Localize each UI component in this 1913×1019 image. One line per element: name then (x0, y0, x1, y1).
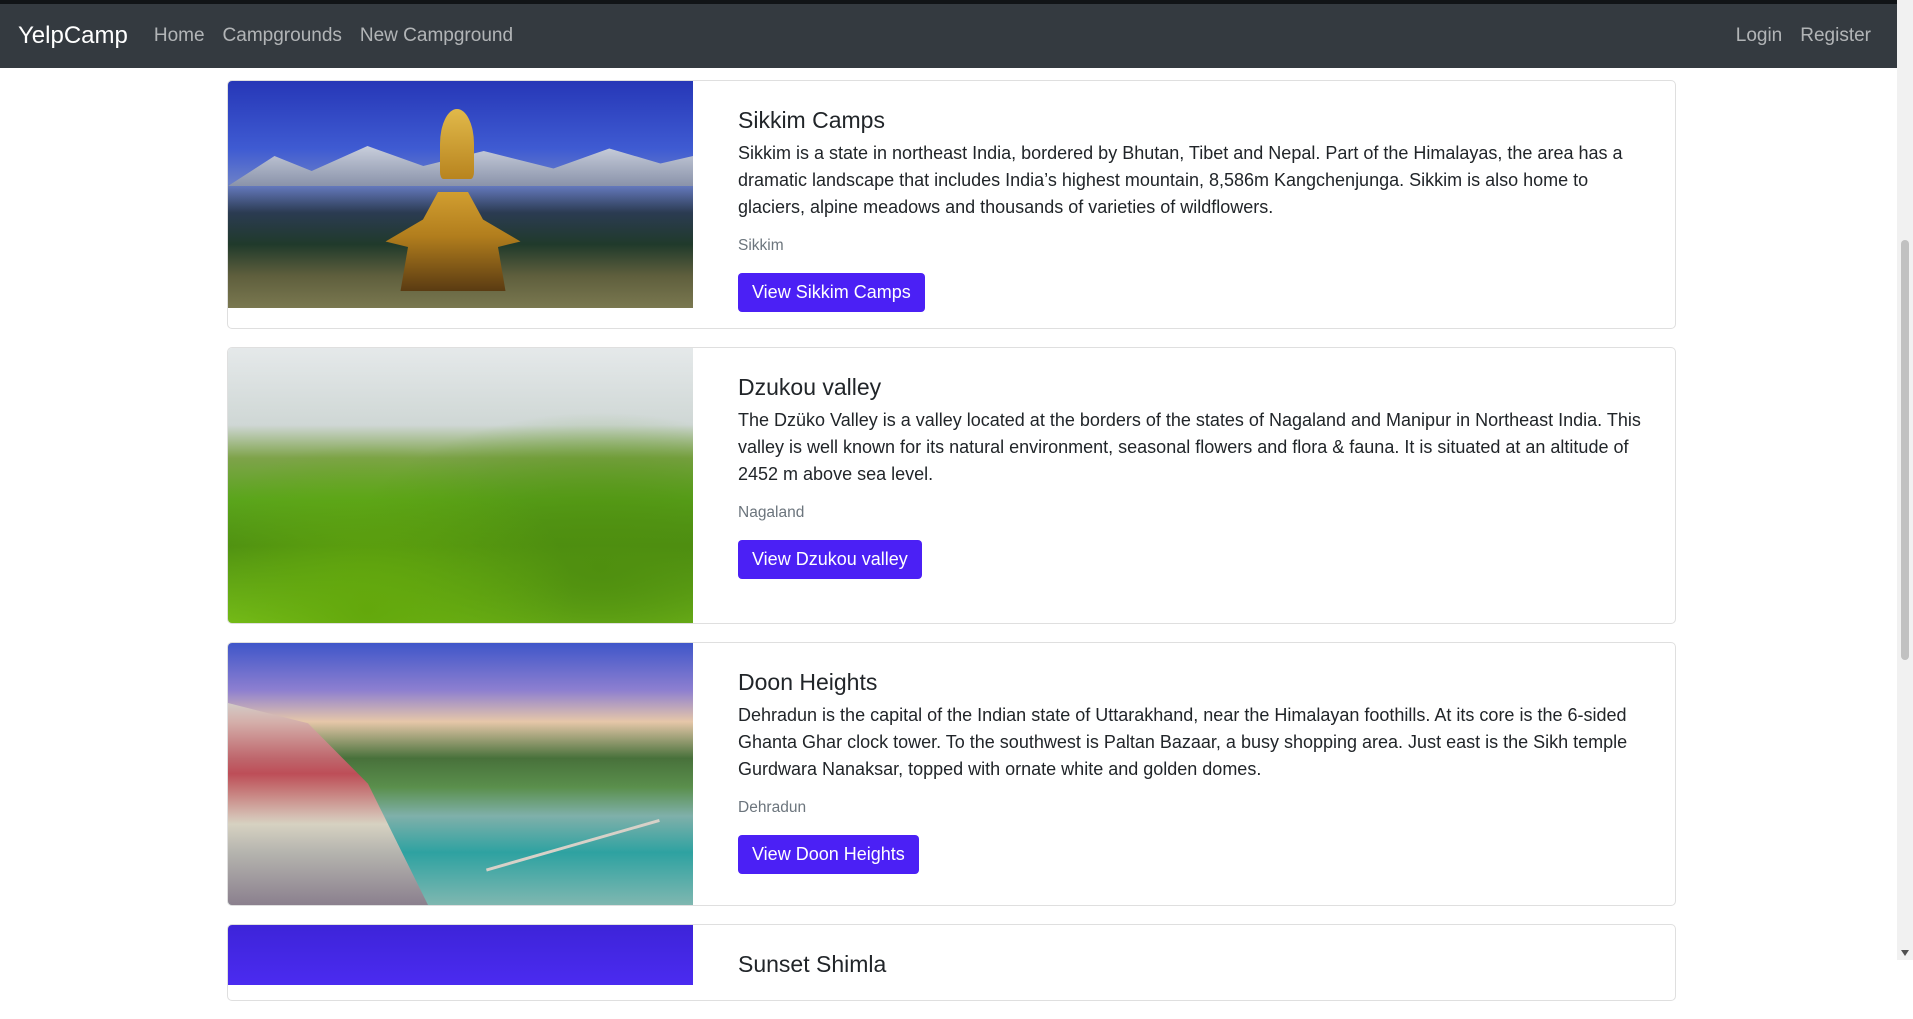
campground-description: Dehradun is the capital of the Indian st… (738, 705, 1628, 779)
card-body: Sikkim Camps Sikkim is a state in northe… (693, 81, 1675, 328)
nav-link-campgrounds[interactable]: Campgrounds (223, 25, 342, 47)
campground-title: Sunset Shimla (738, 951, 887, 977)
campground-title: Dzukou valley (738, 374, 882, 400)
bridge-graphic (485, 818, 671, 905)
campground-location: Dehradun (738, 799, 807, 816)
card-body: Sunset Shimla (693, 925, 1675, 1000)
navbar: YelpCamp Home Campgrounds New Campground… (0, 4, 1897, 68)
campground-image (228, 925, 693, 985)
monastery-graphic (385, 192, 521, 291)
campground-image (228, 81, 693, 308)
view-campground-button[interactable]: View Dzukou valley (738, 540, 922, 579)
scrollbar-thumb[interactable] (1901, 240, 1909, 660)
scroll-down-icon[interactable] (1901, 950, 1909, 956)
campground-card: Sikkim Camps Sikkim is a state in northe… (227, 80, 1676, 329)
view-campground-button[interactable]: View Doon Heights (738, 835, 919, 874)
view-campground-button[interactable]: View Sikkim Camps (738, 273, 925, 312)
campground-description: The Dzüko Valley is a valley located at … (738, 410, 1641, 484)
nav-link-register[interactable]: Register (1800, 25, 1871, 47)
card-body: Doon Heights Dehradun is the capital of … (693, 643, 1675, 905)
campground-list: Sikkim Camps Sikkim is a state in northe… (227, 80, 1676, 1019)
town-graphic (228, 703, 428, 905)
campground-location: Sikkim (738, 237, 784, 254)
campground-title: Sikkim Camps (738, 107, 885, 133)
campground-card: Doon Heights Dehradun is the capital of … (227, 642, 1676, 906)
campground-image (228, 348, 693, 623)
nav-link-home[interactable]: Home (154, 25, 205, 47)
campground-location: Nagaland (738, 504, 805, 521)
nav-link-new-campground[interactable]: New Campground (360, 25, 513, 47)
page-scrollbar[interactable] (1897, 0, 1913, 960)
statue-graphic (440, 109, 474, 179)
campground-title: Doon Heights (738, 669, 878, 695)
card-body: Dzukou valley The Dzüko Valley is a vall… (693, 348, 1675, 623)
nav-auth-links: Login Register (1736, 25, 1871, 47)
brand-logo[interactable]: YelpCamp (18, 22, 128, 50)
campground-description: Sikkim is a state in northeast India, bo… (738, 143, 1623, 217)
campground-image (228, 643, 693, 905)
campground-card: Sunset Shimla (227, 924, 1676, 1001)
campground-card: Dzukou valley The Dzüko Valley is a vall… (227, 347, 1676, 624)
nav-links: Home Campgrounds New Campground (154, 25, 513, 47)
nav-link-login[interactable]: Login (1736, 25, 1783, 47)
